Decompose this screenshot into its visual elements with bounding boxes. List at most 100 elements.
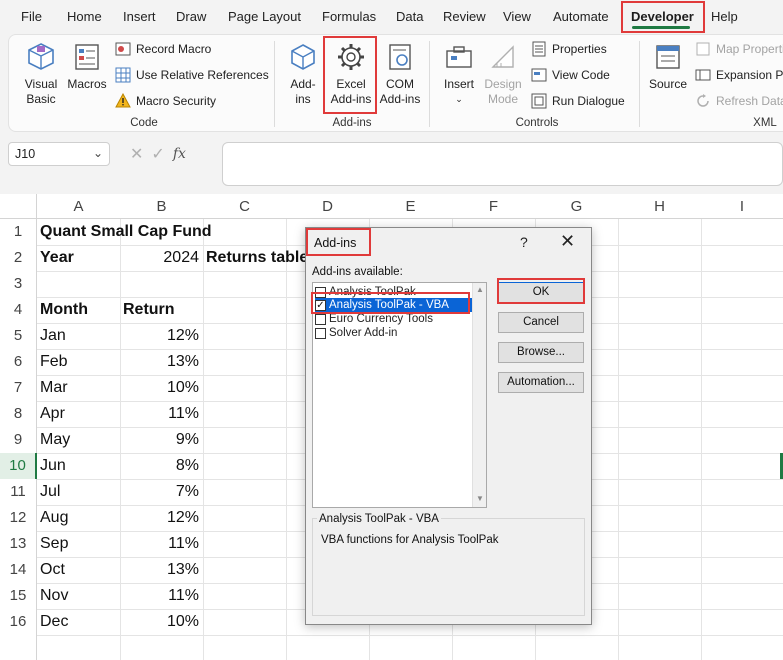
- tab-review[interactable]: Review: [443, 9, 486, 24]
- row-header[interactable]: 3: [0, 271, 37, 297]
- return-cell[interactable]: 8%: [120, 453, 199, 479]
- insert-control-button[interactable]: Insert ⌄: [439, 41, 479, 107]
- return-cell[interactable]: 11%: [120, 401, 199, 427]
- expansion-packs-button[interactable]: Expansion Packs: [695, 67, 783, 83]
- row-header[interactable]: 9: [0, 427, 37, 453]
- row-header[interactable]: 15: [0, 583, 37, 609]
- checkbox-checked[interactable]: ✓: [315, 299, 326, 311]
- row-header[interactable]: 14: [0, 557, 37, 583]
- row-header[interactable]: 2: [0, 245, 37, 271]
- month-cell[interactable]: Jan: [40, 323, 66, 349]
- month-cell[interactable]: Jul: [40, 479, 60, 505]
- list-item-analysis-toolpak-vba[interactable]: ✓ Analysis ToolPak - VBA: [315, 298, 472, 312]
- row-header-partial[interactable]: [0, 635, 37, 660]
- tab-page-layout[interactable]: Page Layout: [228, 9, 301, 24]
- cell-a2[interactable]: Year: [40, 245, 74, 271]
- checkbox[interactable]: [315, 313, 326, 325]
- column-header[interactable]: I: [701, 194, 783, 219]
- list-item-analysis-toolpak[interactable]: Analysis ToolPak: [315, 285, 472, 299]
- row-header[interactable]: 5: [0, 323, 37, 349]
- properties-button[interactable]: Properties: [531, 41, 607, 57]
- checkbox[interactable]: [315, 286, 326, 298]
- month-cell[interactable]: Sep: [40, 531, 68, 557]
- return-cell[interactable]: 7%: [120, 479, 199, 505]
- map-properties-button[interactable]: Map Properties: [695, 41, 783, 57]
- month-cell[interactable]: Mar: [40, 375, 68, 401]
- row-header[interactable]: 1: [0, 219, 37, 245]
- row-header[interactable]: 16: [0, 609, 37, 635]
- tab-draw[interactable]: Draw: [176, 9, 206, 24]
- com-addins-button[interactable]: COM Add-ins: [377, 41, 423, 107]
- row-header[interactable]: 7: [0, 375, 37, 401]
- browse-button[interactable]: Browse...: [498, 342, 584, 363]
- automation-button[interactable]: Automation...: [498, 372, 584, 393]
- tab-file[interactable]: File: [21, 9, 42, 24]
- cell-a4[interactable]: Month: [40, 297, 88, 323]
- checkbox[interactable]: [315, 327, 326, 339]
- design-mode-button[interactable]: Design Mode: [481, 41, 525, 107]
- month-cell[interactable]: Jun: [40, 453, 66, 479]
- confirm-icon[interactable]: ✓: [151, 144, 164, 164]
- row-header-selected[interactable]: 10: [0, 453, 37, 479]
- list-item-euro-currency-tools[interactable]: Euro Currency Tools: [315, 312, 472, 326]
- return-cell[interactable]: 10%: [120, 609, 199, 635]
- row-header[interactable]: 13: [0, 531, 37, 557]
- view-code-button[interactable]: View Code: [531, 67, 610, 83]
- return-cell[interactable]: 10%: [120, 375, 199, 401]
- cell-c2[interactable]: Returns table: [206, 245, 305, 271]
- name-box[interactable]: J10 ⌄: [8, 142, 110, 166]
- macros-button[interactable]: Macros: [65, 41, 109, 92]
- cell-b2[interactable]: 2024: [120, 245, 199, 271]
- column-header[interactable]: A: [37, 194, 120, 219]
- tab-insert[interactable]: Insert: [123, 9, 156, 24]
- cell-a1[interactable]: Quant Small Cap Fund: [40, 219, 212, 245]
- column-header[interactable]: E: [369, 194, 452, 219]
- formula-input[interactable]: [222, 142, 783, 186]
- row-header[interactable]: 4: [0, 297, 37, 323]
- column-header[interactable]: B: [120, 194, 203, 219]
- return-cell[interactable]: 12%: [120, 505, 199, 531]
- row-header[interactable]: 11: [0, 479, 37, 505]
- tab-developer[interactable]: Developer: [631, 9, 694, 24]
- list-item-solver-addin[interactable]: Solver Add-in: [315, 326, 472, 340]
- excel-addins-button[interactable]: Excel Add-ins: [327, 41, 375, 107]
- return-cell[interactable]: 11%: [120, 531, 199, 557]
- select-all-corner[interactable]: [0, 194, 37, 219]
- return-cell[interactable]: 13%: [120, 349, 199, 375]
- return-cell[interactable]: 13%: [120, 557, 199, 583]
- return-cell[interactable]: 11%: [120, 583, 199, 609]
- column-header[interactable]: C: [203, 194, 286, 219]
- macro-security-button[interactable]: Macro Security: [115, 93, 216, 109]
- cancel-icon[interactable]: ✕: [130, 144, 143, 164]
- help-button[interactable]: ?: [520, 234, 528, 250]
- refresh-data-button[interactable]: Refresh Data: [695, 93, 783, 109]
- cell-b4[interactable]: Return: [123, 297, 175, 323]
- insert-function-button[interactable]: fx: [173, 146, 186, 162]
- run-dialogue-button[interactable]: Run Dialogue: [531, 93, 625, 109]
- list-scrollbar[interactable]: ▲ ▼: [472, 283, 486, 507]
- return-cell[interactable]: 12%: [120, 323, 199, 349]
- scroll-down-icon[interactable]: ▼: [476, 494, 484, 503]
- ok-button[interactable]: OK: [498, 282, 584, 303]
- column-header[interactable]: D: [286, 194, 369, 219]
- visual-basic-button[interactable]: Visual Basic: [19, 41, 63, 107]
- month-cell[interactable]: Apr: [40, 401, 65, 427]
- tab-automate[interactable]: Automate: [553, 9, 609, 24]
- tab-data[interactable]: Data: [396, 9, 423, 24]
- source-button[interactable]: Source: [647, 41, 689, 92]
- month-cell[interactable]: Oct: [40, 557, 65, 583]
- month-cell[interactable]: Feb: [40, 349, 68, 375]
- scroll-up-icon[interactable]: ▲: [476, 285, 484, 294]
- tab-home[interactable]: Home: [67, 9, 102, 24]
- column-header[interactable]: G: [535, 194, 618, 219]
- cancel-button[interactable]: Cancel: [498, 312, 584, 333]
- month-cell[interactable]: Aug: [40, 505, 68, 531]
- month-cell[interactable]: Nov: [40, 583, 68, 609]
- addins-button[interactable]: Add-ins: [283, 41, 323, 107]
- addins-list[interactable]: Analysis ToolPak ✓ Analysis ToolPak - VB…: [312, 282, 487, 508]
- tab-view[interactable]: View: [503, 9, 531, 24]
- month-cell[interactable]: Dec: [40, 609, 68, 635]
- close-button[interactable]: ✕: [560, 231, 575, 252]
- chevron-down-icon[interactable]: ⌄: [93, 146, 103, 160]
- tab-help[interactable]: Help: [711, 9, 738, 24]
